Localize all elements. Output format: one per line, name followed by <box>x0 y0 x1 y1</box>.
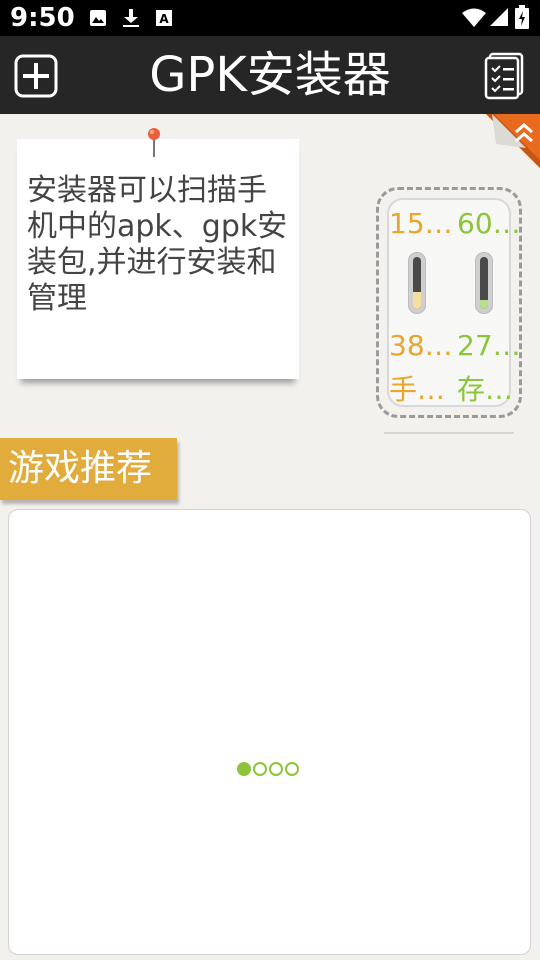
download-icon <box>123 9 139 27</box>
battery-icon <box>515 5 529 29</box>
phone-label: 手… <box>389 373 446 406</box>
pin-icon <box>148 128 160 157</box>
storage-gauge <box>475 252 493 314</box>
checklist-icon[interactable] <box>484 52 524 100</box>
status-bar: 9:50 A <box>0 0 540 36</box>
collapse-corner-icon[interactable] <box>486 114 540 168</box>
phone-gauge-fill <box>413 291 421 309</box>
intro-text: 安装器可以扫描手机中的apk、gpk安装包,并进行安装和管理 <box>27 173 288 316</box>
intro-card: 安装器可以扫描手机中的apk、gpk安装包,并进行安装和管理 <box>17 139 299 379</box>
carousel-dot[interactable] <box>253 762 267 776</box>
wifi-icon <box>462 8 486 27</box>
storage-widget[interactable]: 15… 60… 38… 27… 手… 存… <box>376 187 522 418</box>
carousel-dot[interactable] <box>237 762 251 776</box>
app-bar: GPK安装器 <box>0 36 540 114</box>
section-title: 游戏推荐 <box>8 448 153 489</box>
signal-icon <box>490 8 508 26</box>
storage-top-value: 60… <box>457 207 521 240</box>
section-header: 游戏推荐 <box>0 438 177 500</box>
app-title: GPK安装器 <box>149 47 391 103</box>
phone-gauge <box>408 252 426 314</box>
status-time: 9:50 <box>10 3 75 33</box>
image-icon <box>90 10 106 26</box>
carousel-dot[interactable] <box>285 762 299 776</box>
storage-label: 存… <box>457 373 514 406</box>
storage-gauge-fill <box>480 299 488 309</box>
phone-top-value: 15… <box>389 207 453 240</box>
svg-text:A: A <box>159 12 169 26</box>
divider <box>384 432 514 434</box>
phone-bottom-value: 38… <box>389 329 453 362</box>
storage-bottom-value: 27… <box>457 329 521 362</box>
recommendation-panel[interactable] <box>8 509 531 955</box>
carousel-dot[interactable] <box>269 762 283 776</box>
font-icon: A <box>156 10 172 26</box>
